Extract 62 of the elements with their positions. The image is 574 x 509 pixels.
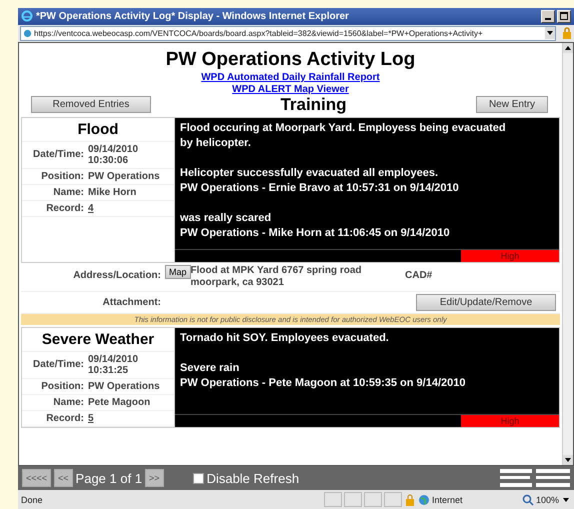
status-text: Done <box>21 494 44 505</box>
zoom-level[interactable]: 100% <box>536 494 559 505</box>
record-link[interactable]: 4 <box>88 202 174 214</box>
priority-label: High <box>461 250 559 262</box>
field-label: Address/Location: <box>72 268 162 281</box>
security-zone: Internet <box>432 494 464 505</box>
field-label: Date/Time: <box>32 149 85 160</box>
field-value: 09/14/2010 10:30:06 <box>88 144 140 166</box>
field-label: Date/Time: <box>32 359 85 370</box>
record-link[interactable]: 5 <box>88 412 174 424</box>
field-label: Position: <box>40 170 85 182</box>
log-entry: Tornado hit SOY. Employees evacuated. <box>180 330 390 346</box>
minimize-icon[interactable] <box>541 10 555 23</box>
field-value: Pete Magoon <box>88 396 152 408</box>
board-title: Training <box>280 94 347 115</box>
map-button[interactable]: Map <box>165 264 191 279</box>
log-entry: Helicopter successfully evacuated all employees. PW Operations - Ernie Bravo at 10:57:31 on 9/14/2010 <box>180 166 460 196</box>
window-title: *PW Operations Activity Log* Display - Windows Internet Explorer <box>36 10 350 22</box>
report-link[interactable]: WPD ALERT Map Viewer <box>232 84 349 95</box>
status-pane <box>384 492 402 508</box>
removed-entries-button[interactable]: Removed Entries <box>31 96 151 114</box>
field-value: Mike Horn <box>88 186 138 198</box>
page-icon <box>23 28 32 38</box>
new-entry-button[interactable]: New Entry <box>476 96 548 114</box>
status-pane <box>364 492 382 508</box>
log-entry: Flood occuring at Moorpark Yard. Employess being evacuated by helicopter. <box>180 120 507 151</box>
field-value: PW Operations <box>88 380 161 392</box>
zoom-icon <box>522 494 534 506</box>
page-indicator: Page 1 of 1 <box>76 470 142 486</box>
lock-icon <box>404 494 416 506</box>
field-value: PW Operations <box>88 170 161 182</box>
field-label: Name: <box>52 396 85 408</box>
dropdown-icon[interactable] <box>545 27 555 40</box>
disable-refresh-checkbox[interactable] <box>192 472 204 484</box>
scroll-up-icon[interactable] <box>563 42 573 53</box>
scrollbar[interactable] <box>562 42 573 466</box>
field-label: Name: <box>52 186 85 198</box>
scroll-down-icon[interactable] <box>563 455 573 466</box>
field-label: Record: <box>45 202 85 214</box>
field-label: Record: <box>45 412 85 424</box>
field-value: 09/14/2010 10:31:25 <box>88 354 140 376</box>
address-text: Flood at MPK Yard 6767 spring road moorpark, ca 93021 <box>190 264 362 289</box>
log-entry: was really scared PW Operations - Mike Horn at 11:06:45 on 9/14/2010 <box>180 210 451 241</box>
status-pane <box>324 492 342 508</box>
logo-icon <box>500 467 570 490</box>
address-field[interactable]: https://ventcoca.webeocasp.com/VENTCOCA/boards/board.aspx?tableid=382&viewid=1560&label=*PW+Operations+Activity+ <box>20 26 556 41</box>
status-pane <box>344 492 362 508</box>
checkbox-label: Disable Refresh <box>206 470 300 486</box>
page-title: PW Operations Activity Log <box>164 48 416 71</box>
entry-category: Severe Weather <box>22 328 174 352</box>
priority-label: High <box>461 414 559 427</box>
globe-icon <box>418 494 430 506</box>
report-link[interactable]: WPD Automated Daily Rainfall Report <box>201 72 380 83</box>
entry-category: Flood <box>22 118 174 142</box>
browser-logo-icon <box>21 10 33 22</box>
field-label: Attachment: <box>102 296 162 308</box>
field-label: Position: <box>40 380 85 392</box>
maximize-icon[interactable] <box>557 10 571 23</box>
lock-icon <box>562 27 572 40</box>
edit-update-remove-button[interactable]: Edit/Update/Remove <box>416 294 556 311</box>
log-entry: Severe rain PW Operations - Pete Magoon at 10:59:35 on 9/14/2010 <box>180 360 466 391</box>
field-label: CAD# <box>405 268 432 281</box>
